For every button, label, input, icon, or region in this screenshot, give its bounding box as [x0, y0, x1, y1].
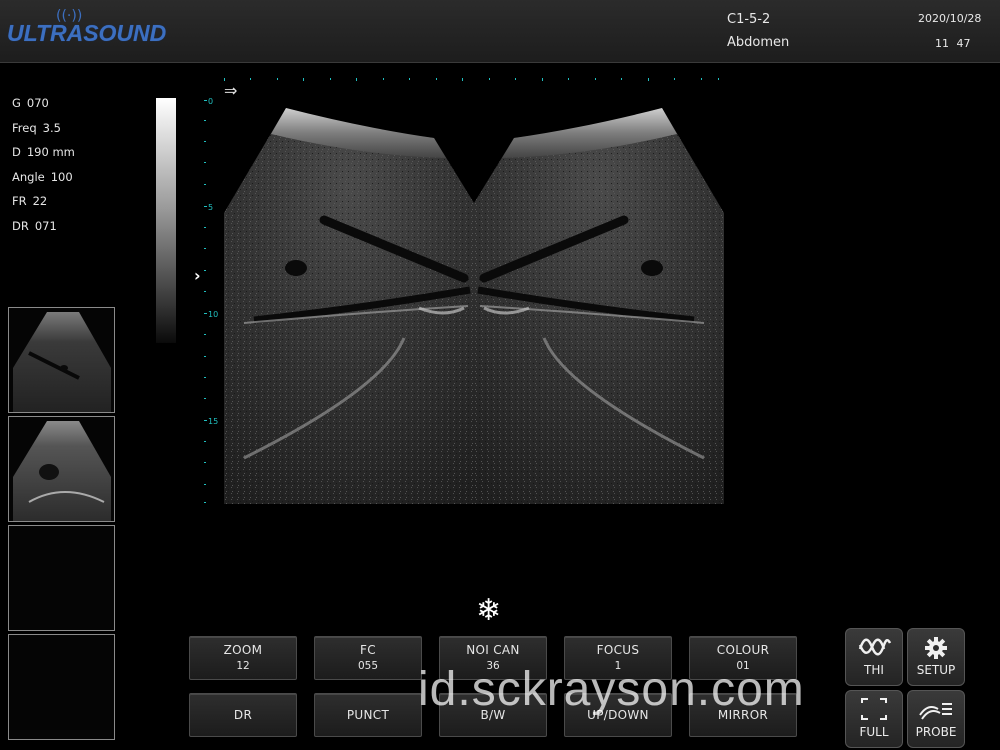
grayscale-bar [156, 98, 176, 343]
noise-cancel-button[interactable]: NOI CAN 36 [439, 636, 547, 680]
probe-label: C1-5-2 [727, 12, 771, 27]
colour-button[interactable]: COLOUR 01 [689, 636, 797, 680]
date-display: 2020/10/28 [918, 12, 982, 25]
imaging-parameters: G 070 Freq 3.5 D 190 mm Angle 100 FR 22 DR 071 [12, 96, 75, 243]
dr-button[interactable]: DR [189, 693, 297, 737]
gear-icon [925, 637, 947, 659]
thumbnail-2[interactable] [8, 416, 115, 522]
param-dynamic-range: DR 071 [12, 218, 57, 233]
lateral-ruler [224, 78, 719, 81]
fc-button[interactable]: FC 055 [314, 636, 422, 680]
freeze-snowflake-icon: ❄ [476, 593, 502, 628]
setup-button[interactable]: SETUP [907, 628, 965, 686]
thumbnail-4[interactable] [8, 634, 115, 740]
depth-label-5: 5 [208, 203, 214, 212]
thi-wave-icon [858, 638, 892, 656]
thumbnail-2-image [13, 421, 111, 521]
thumbnail-1[interactable] [8, 307, 115, 413]
param-angle: Angle 100 [12, 169, 73, 184]
full-button[interactable]: FULL [845, 690, 903, 748]
probe-icon [919, 703, 952, 720]
param-depth: D 190 mm [12, 145, 75, 159]
thumbnail-1-image [13, 312, 111, 412]
ultrasound-image [224, 108, 724, 504]
puncture-button[interactable]: PUNCT [314, 693, 422, 737]
depth-label-15: 15 [208, 417, 219, 426]
mirror-button[interactable]: MIRROR [689, 693, 797, 737]
top-header: ((·)) ULTRASOUND C1-5-2 Abdomen 2020/10/… [0, 0, 1000, 63]
focus-button[interactable]: FOCUS 1 [564, 636, 672, 680]
param-gain: G 070 [12, 96, 49, 110]
depth-label-10: 10 [208, 310, 219, 319]
zoom-button[interactable]: ZOOM 12 [189, 636, 297, 680]
bw-button[interactable]: B/W [439, 693, 547, 737]
probe-button[interactable]: PROBE [907, 690, 965, 748]
exam-preset: Abdomen [727, 35, 790, 50]
time-display: 11 47 [935, 37, 971, 50]
thumbnail-3[interactable] [8, 525, 115, 631]
up-down-button[interactable]: UP/DOWN [564, 693, 672, 737]
brand-logo: ULTRASOUND [7, 20, 167, 46]
depth-label-0: 0 [208, 97, 214, 106]
focus-marker-icon: › [194, 266, 201, 285]
fullscreen-icon [861, 698, 887, 720]
thi-button[interactable]: THI [845, 628, 903, 686]
param-frequency: Freq 3.5 [12, 120, 61, 135]
param-frame-rate: FR 22 [12, 194, 48, 208]
